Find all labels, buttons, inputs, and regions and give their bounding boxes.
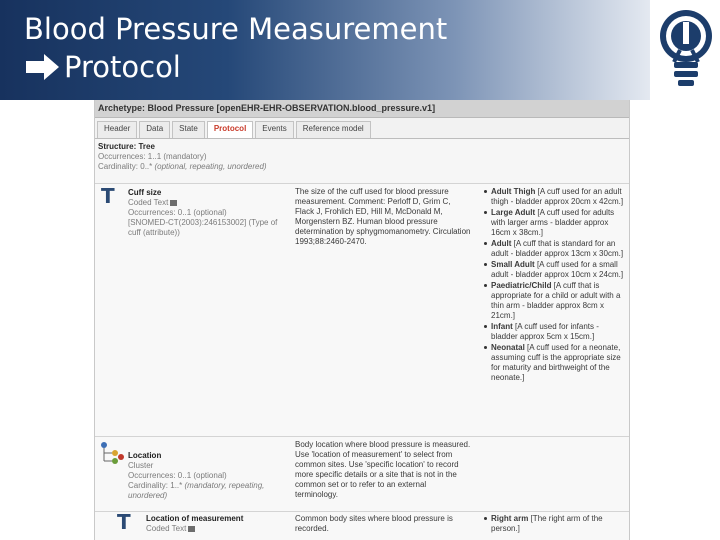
value-entry: Large Adult [A cuff used for adults with… [483,208,625,238]
item-description: Common body sites where blood pressure i… [295,514,453,533]
tab-reference-model[interactable]: Reference model [295,121,371,138]
title-line-2: Protocol [64,50,181,84]
item-meta: Location Cluster Occurrences: 0..1 (opti… [128,451,288,501]
value-entry: Right arm [The right arm of the person.] [483,514,625,534]
archetype-panel: Archetype: Blood Pressure [openEHR-EHR-O… [94,100,630,540]
tab-state[interactable]: State [172,121,205,138]
tab-data[interactable]: Data [139,121,171,138]
tab-events[interactable]: Events [255,121,294,138]
item-location[interactable]: Location Cluster Occurrences: 0..1 (opti… [95,437,629,512]
structure-occurrences: Occurrences: 1..1 (mandatory) [98,152,207,161]
item-meta: Cuff size Coded Text Occurrences: 0..1 (… [128,188,288,238]
item-description: Body location where blood pressure is me… [295,440,471,499]
item-type: Coded Text [128,198,288,208]
item-occurrences: Occurrences: 0..1 (optional) [128,471,227,480]
text-type-icon: T [101,184,115,208]
value-entry: Adult Thigh [A cuff used for an adult th… [483,187,625,207]
item-binding: [SNOMED-CT(2003):246153002] (Type of cuf… [128,218,278,237]
item-type: Coded Text [146,524,303,534]
lightbulb-icon [660,10,712,86]
lightbulb-logo [652,0,720,100]
item-type: Cluster [128,461,154,470]
item-meta: Location of measurement Coded Text [128,514,303,534]
coded-text-icon [170,199,178,206]
value-entry: Neonatal [A cuff used for a neonate, ass… [483,343,625,383]
item-occurrences: Occurrences: 0..1 (optional) [128,208,227,217]
structure-cardinality: Cardinality: 0..* (optional, repeating, … [98,162,626,172]
value-entry: Paediatric/Child [A cuff that is appropr… [483,281,625,321]
item-values: Adult Thigh [A cuff used for an adult th… [483,187,625,384]
item-description: The size of the cuff used for blood pres… [295,187,471,246]
arrow-right-icon [26,54,59,80]
title-line-1: Blood Pressure Measurement [24,12,448,46]
coded-text-icon [188,525,196,532]
cluster-icon [101,442,124,464]
item-name: Location [128,451,162,460]
value-entry: Infant [A cuff used for infants - bladde… [483,322,625,342]
tab-bar: Header Data State Protocol Events Refere… [95,118,629,139]
slide-header: Blood Pressure Measurement Protocol [0,0,650,100]
value-entry: Adult [A cuff that is standard for an ad… [483,239,625,259]
item-location-of-measurement[interactable]: T Location of measurement Coded Text Com… [95,510,629,540]
item-name: Cuff size [128,188,162,197]
tab-header[interactable]: Header [97,121,138,138]
item-cardinality: Cardinality: 1..* (mandatory, repeating,… [128,481,265,500]
structure-type: Structure: Tree [98,142,155,151]
tab-protocol[interactable]: Protocol [206,121,254,138]
value-entry: Small Adult [A cuff used for a small adu… [483,260,625,280]
item-name: Location of measurement [146,514,244,523]
slide-title: Blood Pressure Measurement Protocol [24,10,447,86]
item-values: Right arm [The right arm of the person.] [483,514,625,535]
cardinality-qualifier: (optional, repeating, unordered) [154,162,267,171]
archetype-title: Archetype: Blood Pressure [openEHR-EHR-O… [95,100,629,118]
cardinality-label: Cardinality: 0..* [98,162,153,171]
item-cuff-size[interactable]: T Cuff size Coded Text Occurrences: 0..1… [95,184,629,437]
structure-info: Structure: Tree Occurrences: 1..1 (manda… [95,139,629,184]
